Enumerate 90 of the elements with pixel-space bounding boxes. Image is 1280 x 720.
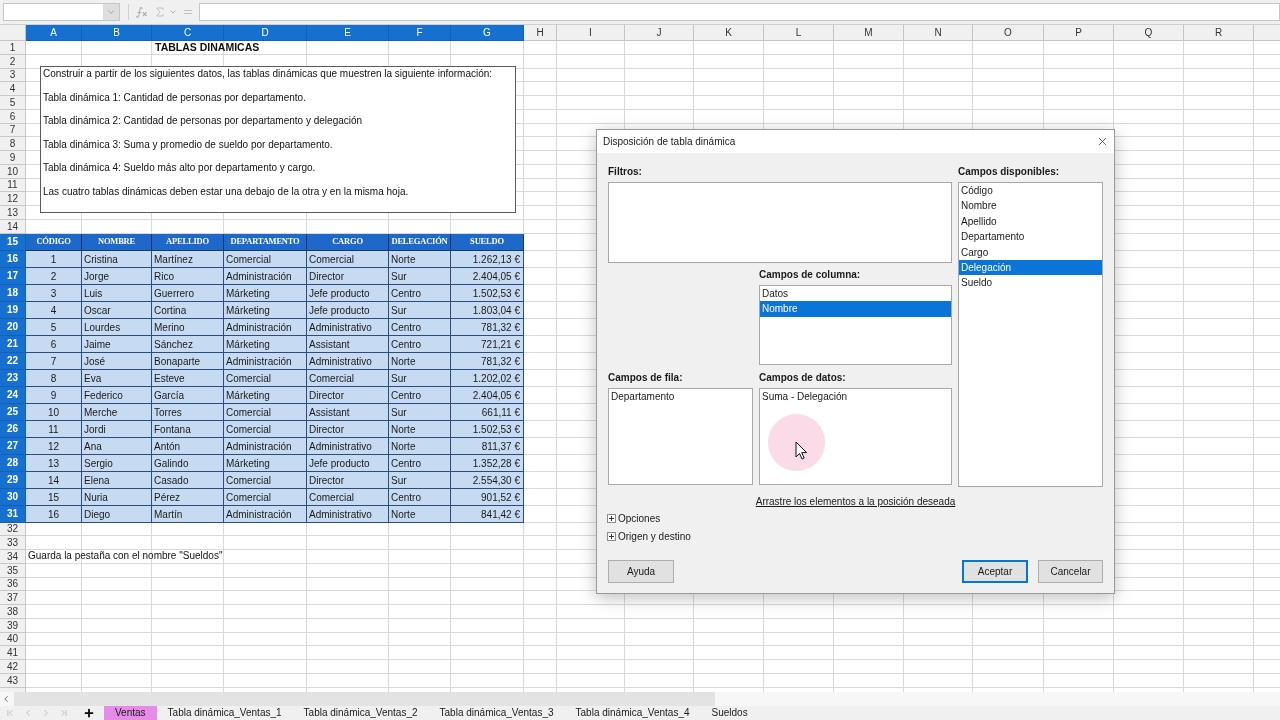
field-list-item[interactable]: Datos — [760, 286, 951, 302]
column-header[interactable]: D — [224, 25, 307, 41]
field-label: Campos de fila: — [608, 371, 683, 384]
row-header[interactable]: 34 — [0, 550, 26, 564]
row-field-list[interactable]: Departamento — [608, 388, 753, 485]
column-header[interactable]: B — [82, 25, 152, 41]
dropdown-button[interactable] — [103, 4, 119, 20]
field-list-item[interactable]: Delegación — [959, 259, 1102, 276]
sheet-tab[interactable]: Ventas — [104, 706, 157, 720]
section-expander[interactable]: Origen y destino — [607, 527, 691, 545]
sheet-tab[interactable]: Tabla dinámica_Ventas_2 — [292, 706, 429, 720]
column-header[interactable]: H — [524, 25, 557, 41]
filter-area[interactable] — [608, 182, 952, 263]
caret-icon[interactable] — [169, 8, 177, 16]
row-header[interactable]: 5 — [0, 96, 26, 110]
dialog-button[interactable]: Cancelar — [1038, 560, 1103, 583]
caret-icon — [106, 7, 116, 17]
row-header[interactable]: 12 — [0, 192, 26, 206]
row-header[interactable]: 42 — [0, 660, 26, 674]
field-list-item[interactable]: Departamento — [959, 229, 1102, 245]
column-header[interactable]: C — [152, 25, 224, 41]
instruction-text: Tabla dinámica 3: Suma y promedio de sueldo por departamento. — [43, 137, 333, 152]
previous-sheet-icon[interactable] — [23, 708, 33, 718]
row-header[interactable]: 33 — [0, 536, 26, 550]
section-expander[interactable]: Opciones — [607, 509, 661, 527]
field-label: Campos de columna: — [759, 268, 861, 281]
sheet-tab[interactable]: Tabla dinámica_Ventas_3 — [428, 706, 565, 720]
field-label: Filtros: — [608, 165, 642, 178]
sheet-title: TABLAS DINAMICAS — [155, 41, 260, 54]
field-label: Campos disponibles: — [958, 165, 1060, 178]
select-all-corner[interactable] — [0, 25, 26, 41]
field-list-item[interactable]: Nombre — [760, 301, 951, 317]
add-sheet-button[interactable] — [83, 707, 95, 719]
column-header[interactable]: I — [557, 25, 625, 41]
row-header[interactable]: 9 — [0, 151, 26, 165]
field-list-item[interactable]: Suma - Delegación — [760, 389, 951, 405]
column-header[interactable] — [1254, 25, 1280, 41]
instruction-text: Tabla dinámica 1: Cantidad de personas por departamento. — [43, 90, 306, 105]
available-field-list[interactable]: Código Nombre Apellido Departamento Cargo Delegación Sueldo — [958, 182, 1103, 487]
plus-icon — [83, 707, 95, 719]
row-header[interactable]: 13 — [0, 206, 26, 220]
name-box[interactable] — [3, 3, 120, 21]
column-field-list[interactable]: Datos Nombre — [759, 285, 952, 365]
function-icon[interactable] — [135, 5, 148, 19]
field-label: Campos de datos: — [759, 371, 846, 384]
row-header[interactable]: 4 — [0, 82, 26, 96]
pointer-icon — [768, 414, 825, 471]
row-header[interactable]: 41 — [0, 646, 26, 660]
column-header[interactable]: P — [1044, 25, 1114, 41]
instruction-text: Tabla dinámica 2: Cantidad de personas por departamento y delegación — [43, 114, 363, 129]
row-header[interactable]: 1 — [0, 41, 26, 55]
dialog-button[interactable]: Aceptar — [962, 560, 1028, 583]
hint-text: Arrastre los elementos a la posición deseada — [755, 495, 956, 508]
field-list-item[interactable]: Cargo — [959, 244, 1102, 260]
field-list-item[interactable]: Departamento — [609, 389, 752, 405]
last-sheet-icon[interactable] — [59, 708, 69, 718]
column-header[interactable]: Q — [1114, 25, 1184, 41]
row-header[interactable]: 38 — [0, 605, 26, 619]
column-header[interactable]: N — [904, 25, 973, 41]
instruction-text: Las cuatro tablas dinámicas deben estar una debajo de la otra y en la misma hoja. — [43, 184, 409, 199]
next-sheet-icon[interactable] — [41, 708, 51, 718]
instruction-text: Tabla dinámica 4: Sueldo más alto por departamento y cargo. — [43, 161, 316, 176]
field-list-item[interactable]: Nombre — [959, 198, 1102, 214]
column-header[interactable]: L — [764, 25, 834, 41]
column-header[interactable]: R — [1184, 25, 1254, 41]
sheet-tab[interactable]: Sueldos — [700, 706, 759, 720]
sheet-tab[interactable]: Tabla dinámica_Ventas_4 — [564, 706, 701, 720]
column-header[interactable]: F — [389, 25, 451, 41]
horizontal-scrollbar[interactable] — [14, 692, 715, 706]
sum-icon[interactable] — [154, 6, 166, 18]
column-header[interactable]: E — [307, 25, 389, 41]
field-list-item[interactable]: Apellido — [959, 213, 1102, 230]
note-text: Guarda la pestaña con el nombre "Sueldos" — [28, 550, 223, 563]
column-header[interactable]: G — [451, 25, 524, 41]
scroll-left-icon[interactable] — [1, 694, 11, 704]
column-header[interactable]: M — [834, 25, 904, 41]
row-header[interactable]: 37 — [0, 591, 26, 605]
formula-input[interactable] — [199, 3, 1280, 21]
field-list-item[interactable]: Código — [959, 183, 1102, 199]
row-header[interactable]: 8 — [0, 137, 26, 151]
column-header[interactable]: K — [694, 25, 764, 41]
first-sheet-icon[interactable] — [5, 708, 15, 718]
dialog-title: Disposición de tabla dinámica — [603, 135, 736, 149]
column-header[interactable]: J — [625, 25, 694, 41]
field-list-item[interactable]: Sueldo — [959, 275, 1102, 291]
sheet-tab[interactable]: Tabla dinámica_Ventas_1 — [156, 706, 293, 720]
column-header[interactable]: O — [973, 25, 1044, 41]
dialog-button[interactable]: Ayuda — [608, 560, 674, 583]
column-header[interactable]: A — [26, 25, 82, 41]
instruction-text: Construir a partir de los siguientes datos, las tablas dinámicas que muestren la siguiente información: — [43, 67, 493, 81]
